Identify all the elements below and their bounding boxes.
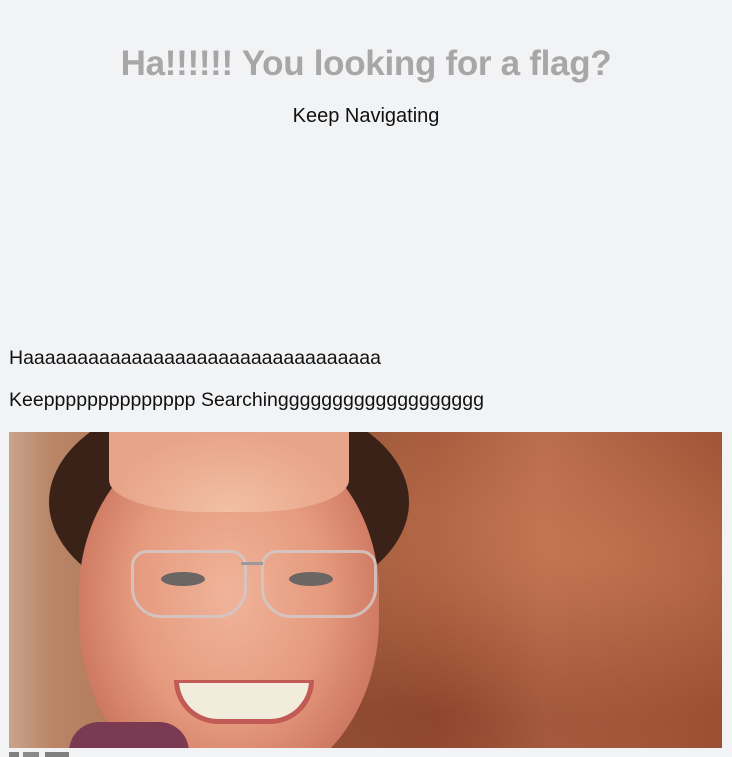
keep-searching-text: Keepppppppppppppp Searchingggggggggggggg… [9,389,484,411]
page-title: Ha!!!!!! You looking for a flag? [120,44,612,83]
page-subtitle: Keep Navigating [292,105,440,127]
photo-caption-cropped [9,752,99,757]
man-photo [9,432,722,748]
taunt-text: Haaaaaaaaaaaaaaaaaaaaaaaaaaaaaaaaa [9,347,381,369]
glasses-icon [131,550,247,618]
